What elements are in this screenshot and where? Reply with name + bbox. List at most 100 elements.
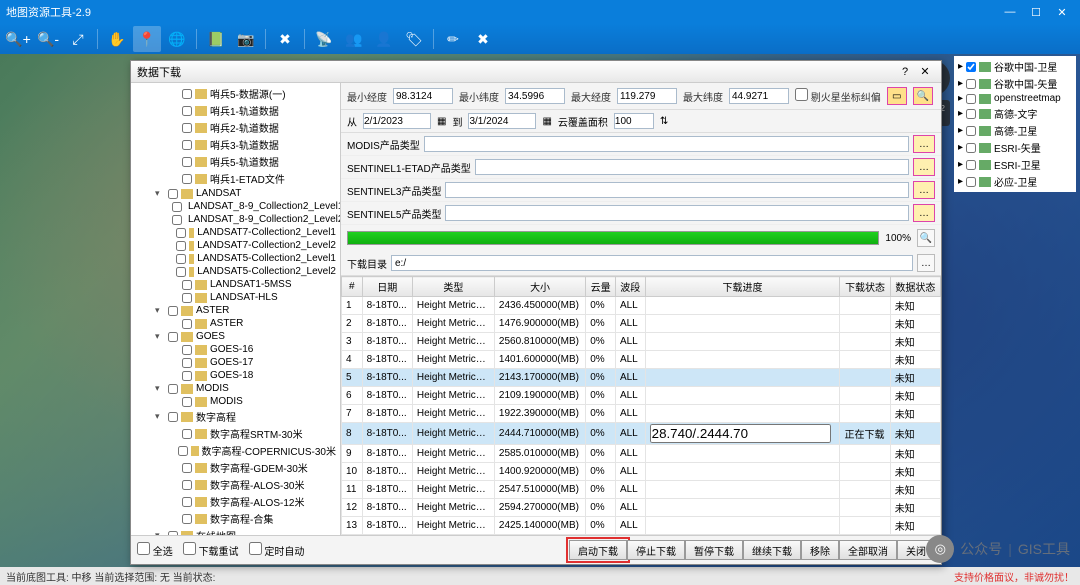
search-button[interactable]: 🔍 xyxy=(913,87,933,105)
sentinel3-product-input[interactable] xyxy=(445,182,909,198)
toolbar-button-0[interactable]: 🔍+ xyxy=(4,26,32,52)
sentinel1-product-input[interactable] xyxy=(475,159,909,175)
modis-product-input[interactable] xyxy=(424,136,909,152)
auto-start-checkbox[interactable]: 定时自动 xyxy=(249,542,305,558)
min-lat-input[interactable] xyxy=(505,88,565,104)
max-lat-input[interactable] xyxy=(729,88,789,104)
source-tree[interactable]: 哨兵5-数据源(一)哨兵1-轨道数据哨兵2-轨道数据哨兵3-轨道数据哨兵5-轨道… xyxy=(131,83,341,535)
toolbar-button-4[interactable]: 📍 xyxy=(133,26,161,52)
tree-item[interactable]: ▾数字高程 xyxy=(131,408,340,425)
tree-item[interactable]: 数字高程-ALOS-30米 xyxy=(131,476,340,493)
column-header[interactable]: 下载状态 xyxy=(840,277,890,297)
tree-item[interactable]: 数字高程-GDEM-30米 xyxy=(131,459,340,476)
table-row[interactable]: 28-18T0...Height Metrics Data Global ...… xyxy=(342,315,941,333)
dialog-close-button[interactable]: ✕ xyxy=(915,65,935,78)
layer-item[interactable]: ▸谷歌中国-卫星 xyxy=(956,58,1074,75)
toolbar-button-8[interactable]: ✖ xyxy=(271,26,299,52)
sentinel5-pick-button[interactable]: … xyxy=(913,204,935,222)
toolbar-button-10[interactable]: 👥 xyxy=(340,26,368,52)
min-lon-input[interactable] xyxy=(393,88,453,104)
tree-item[interactable]: 哨兵1-ETAD文件 xyxy=(131,170,340,187)
layer-item[interactable]: ▸高德-卫星 xyxy=(956,122,1074,139)
cloud-stepper[interactable]: ⇅ xyxy=(660,116,668,127)
sentinel3-pick-button[interactable]: … xyxy=(913,181,935,199)
table-row[interactable]: 68-18T0...Height Metrics Data Global ...… xyxy=(342,387,941,405)
tree-item[interactable]: LANDSAT_8-9_Collection2_Level2 xyxy=(131,213,340,226)
toolbar-button-11[interactable]: 👤 xyxy=(370,26,398,52)
tree-item[interactable]: LANDSAT5-Collection2_Level2 xyxy=(131,265,340,278)
skip-fire-checkbox-label[interactable]: 剔火星坐标纠偏 xyxy=(795,88,881,104)
footer-button-继续下载[interactable]: 继续下载 xyxy=(743,540,801,560)
tree-item[interactable]: 哨兵5-数据源(一) xyxy=(131,85,340,102)
tree-item[interactable]: 哨兵5-轨道数据 xyxy=(131,153,340,170)
column-header[interactable]: 波段 xyxy=(615,277,645,297)
table-row[interactable]: 108-18T0...Height Metrics Data Global ..… xyxy=(342,463,941,481)
table-row[interactable]: 38-18T0...Height Metrics Data Global ...… xyxy=(342,333,941,351)
draw-box-button[interactable]: ▭ xyxy=(887,87,907,105)
tree-item[interactable]: 哨兵2-轨道数据 xyxy=(131,119,340,136)
tree-item[interactable]: LANDSAT7-Collection2_Level1 xyxy=(131,226,340,239)
tree-item[interactable]: ▾GOES xyxy=(131,330,340,343)
tree-item[interactable]: LANDSAT_8-9_Collection2_Level1 xyxy=(131,200,340,213)
column-header[interactable]: 类型 xyxy=(412,277,494,297)
table-row[interactable]: 118-18T0...Height Metrics Data Global ..… xyxy=(342,481,941,499)
dialog-title-bar[interactable]: 数据下载 ? ✕ xyxy=(131,61,941,83)
column-header[interactable]: 大小 xyxy=(494,277,585,297)
tree-item[interactable]: LANDSAT5-Collection2_Level1 xyxy=(131,252,340,265)
table-row[interactable]: 18-18T0...Height Metrics Data Global ...… xyxy=(342,297,941,315)
download-path-input[interactable] xyxy=(391,255,913,271)
table-row[interactable]: 48-18T0...Height Metrics Data Global ...… xyxy=(342,351,941,369)
tree-item[interactable]: 数字高程-合集 xyxy=(131,510,340,527)
sentinel5-product-input[interactable] xyxy=(445,205,909,221)
tree-item[interactable]: 数字高程SRTM-30米 xyxy=(131,425,340,442)
column-header[interactable]: 日期 xyxy=(362,277,412,297)
layer-item[interactable]: ▸谷歌中国-矢量 xyxy=(956,75,1074,92)
select-all-checkbox[interactable]: 全选 xyxy=(137,542,173,558)
magnify-button[interactable]: 🔍 xyxy=(917,229,935,247)
modis-pick-button[interactable]: … xyxy=(913,135,935,153)
maximize-button[interactable]: ☐ xyxy=(1024,3,1048,21)
tree-item[interactable]: GOES-17 xyxy=(131,356,340,369)
browse-folder-button[interactable]: … xyxy=(917,254,935,272)
table-row[interactable]: 88-18T0...Height Metrics Data Global ...… xyxy=(342,423,941,445)
max-lon-input[interactable] xyxy=(617,88,677,104)
date-from-input[interactable] xyxy=(363,113,431,129)
tree-item[interactable]: 哨兵3-轨道数据 xyxy=(131,136,340,153)
minimize-button[interactable]: — xyxy=(998,3,1022,21)
tree-item[interactable]: ▾LANDSAT xyxy=(131,187,340,200)
table-row[interactable]: 58-18T0...Height Metrics Data Global ...… xyxy=(342,369,941,387)
toolbar-button-6[interactable]: 📗 xyxy=(202,26,230,52)
tree-item[interactable]: MODIS xyxy=(131,395,340,408)
toolbar-button-14[interactable]: ✖ xyxy=(469,26,497,52)
toolbar-button-9[interactable]: 📡 xyxy=(310,26,338,52)
tree-item[interactable]: ▾MODIS xyxy=(131,382,340,395)
cloud-input[interactable] xyxy=(614,113,654,129)
close-button[interactable]: ✕ xyxy=(1050,3,1074,21)
calendar-icon[interactable]: ▦ xyxy=(437,116,446,127)
layer-item[interactable]: ▸高德-文字 xyxy=(956,105,1074,122)
toolbar-button-1[interactable]: 🔍- xyxy=(34,26,62,52)
tree-item[interactable]: LANDSAT1-5MSS xyxy=(131,278,340,291)
table-row[interactable]: 128-18T0...Height Metrics Data Global ..… xyxy=(342,499,941,517)
layer-item[interactable]: ▸ESRI-卫星 xyxy=(956,156,1074,173)
toolbar-button-13[interactable]: ✏ xyxy=(439,26,467,52)
footer-button-全部取消[interactable]: 全部取消 xyxy=(839,540,897,560)
table-row[interactable]: 78-18T0...Height Metrics Data Global ...… xyxy=(342,405,941,423)
tree-item[interactable]: GOES-16 xyxy=(131,343,340,356)
column-header[interactable]: 数据状态 xyxy=(890,277,940,297)
footer-button-停止下载[interactable]: 停止下载 xyxy=(627,540,685,560)
toolbar-button-7[interactable]: 📷 xyxy=(232,26,260,52)
layer-item[interactable]: ▸必应-卫星 xyxy=(956,173,1074,190)
tree-item[interactable]: 哨兵1-轨道数据 xyxy=(131,102,340,119)
tree-item[interactable]: ▾ASTER xyxy=(131,304,340,317)
table-row[interactable]: 138-18T0...Height Metrics Data Global ..… xyxy=(342,517,941,535)
layer-item[interactable]: ▸ESRI-矢量 xyxy=(956,139,1074,156)
toolbar-button-12[interactable]: 🏷 xyxy=(400,26,428,52)
dialog-help-button[interactable]: ? xyxy=(895,66,915,78)
footer-button-移除[interactable]: 移除 xyxy=(801,540,839,560)
table-row[interactable]: 98-18T0...Height Metrics Data Global ...… xyxy=(342,445,941,463)
tree-item[interactable]: ▾在线地图 xyxy=(131,527,340,535)
sentinel1-pick-button[interactable]: … xyxy=(913,158,935,176)
tree-item[interactable]: GOES-18 xyxy=(131,369,340,382)
tree-item[interactable]: 数字高程-COPERNICUS-30米 xyxy=(131,442,340,459)
